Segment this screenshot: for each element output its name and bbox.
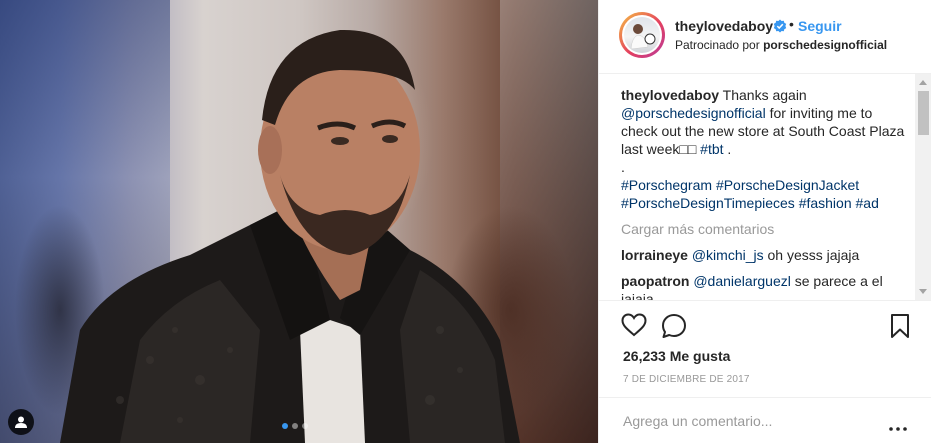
follow-button[interactable]: Seguir [798,18,842,34]
comment-icon[interactable] [661,313,687,344]
caption-text: . [723,141,732,157]
load-more-comments-button[interactable]: Cargar más comentarios [621,220,911,238]
scroll-down-icon[interactable] [919,289,927,294]
verified-badge-icon [773,19,787,38]
carousel-dot [292,423,298,429]
caption-dot: . [621,159,625,175]
post-username[interactable]: theylovedaboy [675,18,773,34]
comment-mention[interactable]: @kimchi_js [692,247,764,263]
comment-username[interactable]: lorraineye [621,247,688,263]
bookmark-icon[interactable] [889,313,911,344]
carousel-dot [302,423,308,429]
carousel-dot [282,423,288,429]
comment-row: paopatron @danielarguezl se parece a el … [621,272,911,300]
add-comment-bar [599,397,931,443]
sponsored-label: Patrocinado por porschedesignofficial [675,38,887,52]
hashtag-link[interactable]: #fashion [799,195,852,211]
scroll-up-icon[interactable] [919,80,927,85]
caption-hashtags: #Porschegram #PorscheDesignJacket #Porsc… [621,176,911,212]
post-photo[interactable] [0,0,598,443]
hashtag-link[interactable]: #PorscheDesignTimepieces [621,195,795,211]
carousel-dots [282,423,308,429]
caption-mention[interactable]: @porschedesignofficial [621,105,766,121]
post-date[interactable]: 7 DE DICIEMBRE DE 2017 [623,374,750,385]
likes-count[interactable]: 26,233 Me gusta [623,348,730,364]
photo-subject [60,29,520,443]
comment-text: oh yesss jajaja [763,247,860,263]
heart-icon[interactable] [621,313,647,342]
comments-scrollbar[interactable] [915,74,931,300]
comment-mention[interactable]: @danielarguezl [693,273,791,289]
caption-hashtag[interactable]: #tbt [700,141,723,157]
avatar[interactable] [619,12,665,58]
scrollbar-thumb[interactable] [918,91,929,135]
caption: theylovedaboy Thanks again @porschedesig… [621,86,911,212]
more-icon[interactable] [889,418,907,436]
caption-text: Thanks again [719,87,807,103]
post-header: theylovedaboy • Seguir Patrocinado por p… [599,0,931,74]
comments-list[interactable]: theylovedaboy Thanks again @porschedesig… [621,86,911,300]
caption-username[interactable]: theylovedaboy [621,87,719,103]
comment-username[interactable]: paopatron [621,273,689,289]
header-separator: • [789,16,794,32]
comment-row: lorraineye @kimchi_js oh yesss jajaja [621,246,911,264]
hashtag-link[interactable]: #PorscheDesignJacket [716,177,859,193]
hashtag-link[interactable]: #ad [856,195,879,211]
hashtag-link[interactable]: #Porschegram [621,177,712,193]
sponsor-link[interactable]: porschedesignofficial [763,38,887,52]
user-tag-icon[interactable] [8,409,34,435]
comment-input[interactable] [621,410,885,432]
post-side-panel: theylovedaboy • Seguir Patrocinado por p… [598,0,931,443]
sponsored-prefix: Patrocinado por [675,38,760,52]
